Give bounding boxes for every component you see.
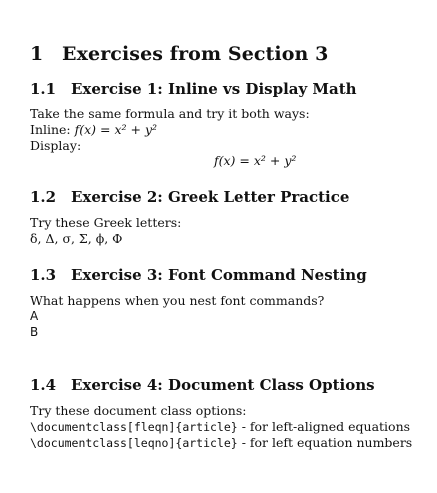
- inline-label: Inline:: [30, 122, 75, 137]
- option-code: \documentclass[fleqn]{article}: [30, 420, 238, 434]
- document-page: 1 Exercises from Section 3 1.1 Exercise 1:…: [0, 0, 437, 493]
- greek-letters: δ, Δ, σ, Σ, ϕ, Φ: [30, 231, 123, 246]
- subsection-title: Exercise 4: Document Class Options: [71, 376, 375, 394]
- subsection-heading-2: 1.2 Exercise 2: Greek Letter Practice: [30, 188, 349, 206]
- ex1-display-label: Display:: [30, 138, 82, 153]
- subsection-number: 1.4: [30, 376, 57, 394]
- ex4-option-1: \documentclass[fleqn]{article} - for lef…: [30, 419, 410, 435]
- ex2-intro: Try these Greek letters:: [30, 215, 182, 230]
- ex4-intro: Try these document class options:: [30, 403, 247, 418]
- ex1-intro: Take the same formula and try it both wa…: [30, 106, 310, 121]
- subsection-title: Exercise 1: Inline vs Display Math: [71, 80, 357, 98]
- ex4-option-2: \documentclass[leqno]{article} - for lef…: [30, 435, 412, 451]
- subsection-number: 1.1: [30, 80, 57, 98]
- option-description: - for left-aligned equations: [237, 419, 411, 434]
- option-description: - for left equation numbers: [237, 435, 413, 450]
- subsection-number: 1.2: [30, 188, 57, 206]
- section-heading: 1 Exercises from Section 3: [30, 43, 328, 65]
- section-number: 1: [30, 43, 44, 65]
- subsection-heading-1: 1.1 Exercise 1: Inline vs Display Math: [30, 80, 357, 98]
- subsection-title: Exercise 3: Font Command Nesting: [71, 266, 367, 284]
- option-code: \documentclass[leqno]{article}: [30, 436, 238, 450]
- ex3-intro: What happens when you nest font commands…: [30, 293, 325, 308]
- subsection-title: Exercise 2: Greek Letter Practice: [71, 188, 350, 206]
- ex1-inline-line: Inline: f(x) = x² + y²: [30, 122, 157, 137]
- section-title: Exercises from Section 3: [62, 43, 329, 65]
- ex3-line-a: A: [30, 309, 39, 323]
- inline-formula: f(x) = x² + y²: [74, 122, 158, 137]
- subsection-heading-4: 1.4 Exercise 4: Document Class Options: [30, 376, 375, 394]
- subsection-heading-3: 1.3 Exercise 3: Font Command Nesting: [30, 266, 367, 284]
- subsection-number: 1.3: [30, 266, 57, 284]
- ex3-line-b: B: [30, 325, 39, 339]
- display-formula: f(x) = x² + y²: [214, 153, 297, 168]
